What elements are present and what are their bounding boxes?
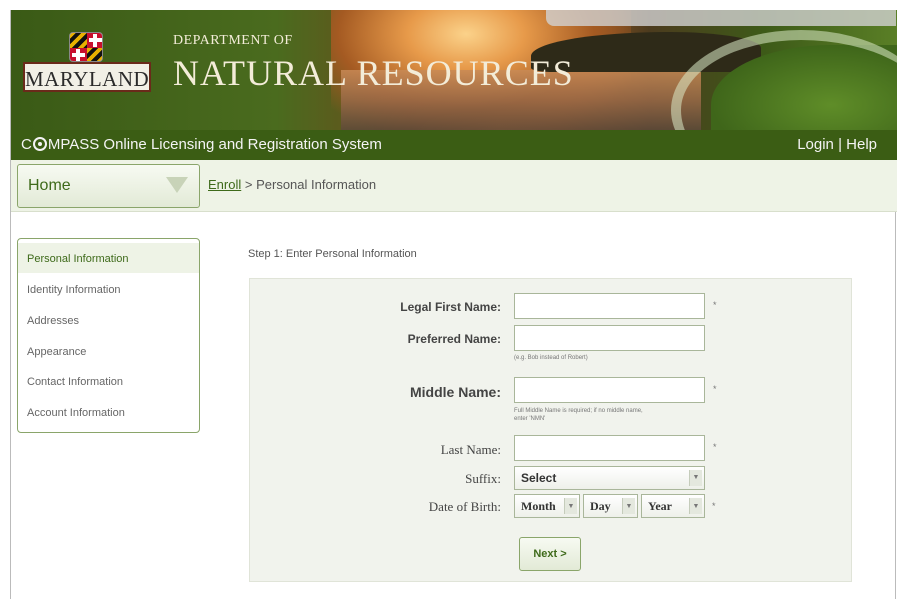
sidebar-item-appearance[interactable]: Appearance bbox=[18, 336, 199, 366]
compass-icon bbox=[32, 137, 47, 151]
page-frame: MARYLAND DEPARTMENT OF NATURAL RESOURCES… bbox=[10, 10, 897, 599]
preferred-name-hint: (e.g. Bob instead of Robert) bbox=[514, 355, 588, 361]
preferred-name-input[interactable] bbox=[514, 325, 705, 351]
header-banner: MARYLAND DEPARTMENT OF NATURAL RESOURCES bbox=[11, 10, 897, 130]
help-link[interactable]: Help bbox=[846, 136, 877, 153]
middle-name-hint: Full Middle Name is required; if no midd… bbox=[514, 408, 643, 422]
system-title: C MPASS Online Licensing and Registration… bbox=[21, 136, 382, 153]
step-sidebar: Personal Information Identity Informatio… bbox=[17, 238, 200, 433]
system-titlebar: C MPASS Online Licensing and Registration… bbox=[11, 130, 897, 160]
required-marker: * bbox=[713, 384, 717, 394]
preferred-name-label: Preferred Name: bbox=[407, 332, 501, 346]
chevron-down-icon: ▼ bbox=[689, 498, 702, 514]
breadcrumb: Enroll > Personal Information bbox=[208, 177, 376, 192]
sidebar-item-contact-information[interactable]: Contact Information bbox=[18, 366, 199, 396]
sidebar-item-personal-information[interactable]: Personal Information bbox=[18, 243, 199, 273]
maryland-logo[interactable]: MARYLAND bbox=[23, 62, 151, 92]
chevron-down-icon: ▼ bbox=[622, 498, 635, 514]
department-of-text: DEPARTMENT OF bbox=[173, 33, 293, 48]
step-title: Step 1: Enter Personal Information bbox=[248, 248, 417, 260]
suffix-select[interactable]: Select ▼ bbox=[514, 466, 705, 490]
breadcrumb-enroll-link[interactable]: Enroll bbox=[208, 177, 241, 192]
breadcrumb-current: Personal Information bbox=[256, 177, 377, 192]
top-links: Login | Help bbox=[797, 136, 877, 153]
sidebar-item-account-information[interactable]: Account Information bbox=[18, 397, 199, 427]
required-marker: * bbox=[713, 300, 717, 310]
last-name-input[interactable] bbox=[514, 435, 705, 461]
natural-resources-title: NATURAL RESOURCES bbox=[173, 53, 574, 93]
nav-row: Home Enroll > Personal Information bbox=[11, 160, 897, 212]
middle-name-label: Middle Name: bbox=[409, 384, 501, 400]
login-link[interactable]: Login bbox=[797, 136, 834, 153]
sidebar-item-identity-information[interactable]: Identity Information bbox=[18, 274, 199, 304]
logo-text: MARYLAND bbox=[25, 67, 150, 91]
required-marker: * bbox=[713, 442, 717, 452]
last-name-label: Last Name: bbox=[440, 442, 501, 457]
suffix-label: Suffix: bbox=[465, 471, 501, 486]
chevron-down-icon: ▼ bbox=[689, 470, 702, 486]
sidebar-item-addresses[interactable]: Addresses bbox=[18, 305, 199, 335]
legal-first-name-input[interactable] bbox=[514, 293, 705, 319]
middle-name-input[interactable] bbox=[514, 377, 705, 403]
top-strip bbox=[546, 10, 896, 26]
breadcrumb-separator: > bbox=[244, 177, 253, 192]
link-separator: | bbox=[838, 136, 842, 153]
dob-month-select[interactable]: Month ▼ bbox=[514, 494, 580, 518]
next-button[interactable]: Next > bbox=[519, 537, 581, 571]
required-marker: * bbox=[712, 501, 716, 511]
legal-first-name-label: Legal First Name: bbox=[400, 300, 501, 314]
chevron-down-icon bbox=[166, 177, 188, 193]
dob-day-select[interactable]: Day ▼ bbox=[583, 494, 638, 518]
home-menu-button[interactable]: Home bbox=[17, 164, 200, 208]
dob-year-select[interactable]: Year ▼ bbox=[641, 494, 705, 518]
home-label: Home bbox=[28, 177, 71, 194]
date-of-birth-label: Date of Birth: bbox=[428, 499, 501, 514]
maryland-flag-icon bbox=[69, 32, 103, 62]
chevron-down-icon: ▼ bbox=[564, 498, 577, 514]
